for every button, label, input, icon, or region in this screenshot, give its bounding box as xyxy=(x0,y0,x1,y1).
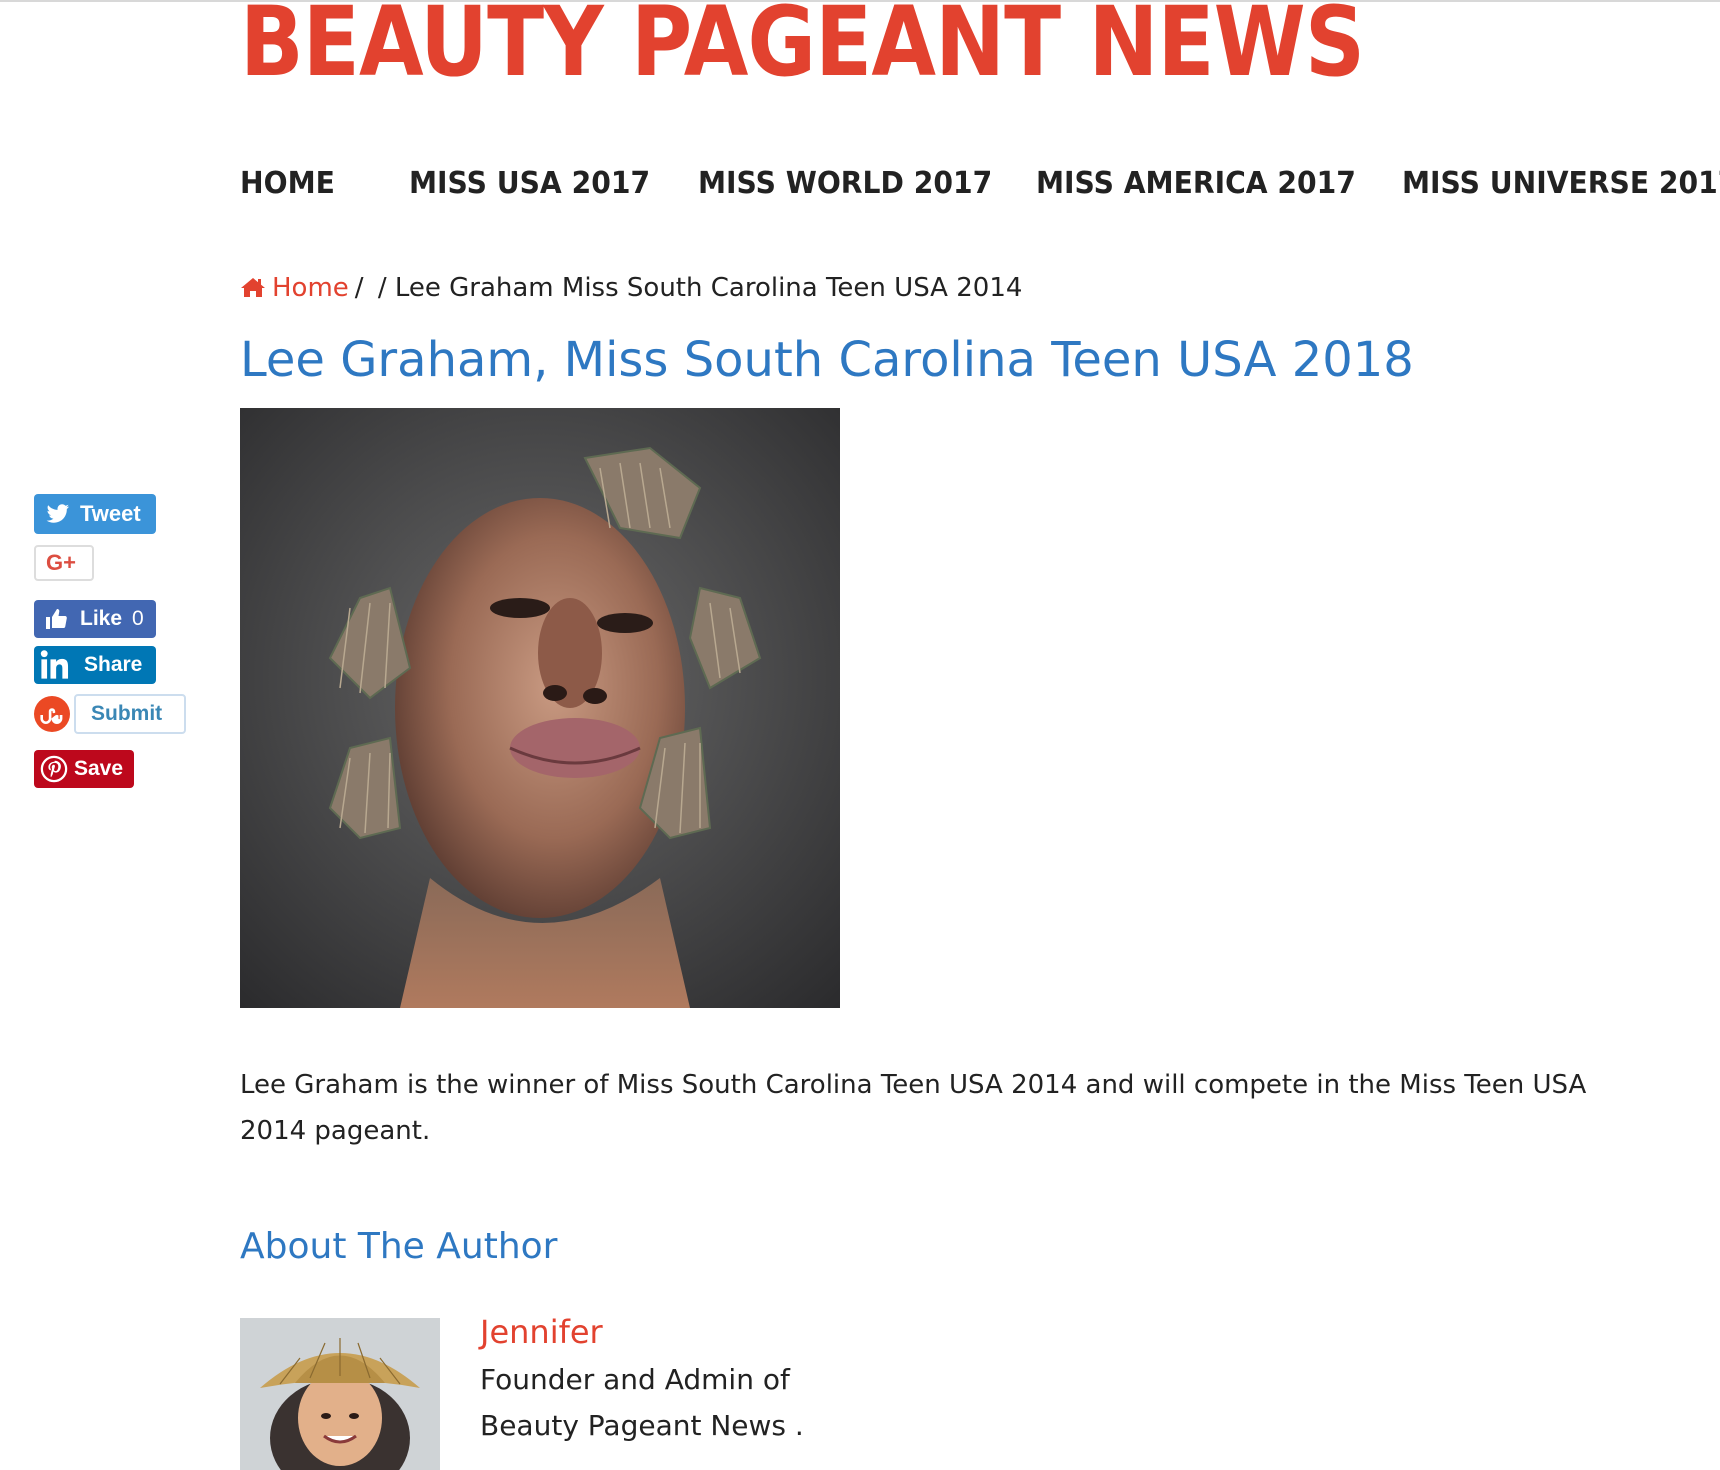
like-label: Like xyxy=(80,607,123,630)
tweet-button[interactable]: Tweet xyxy=(34,494,156,534)
nav-item-miss-usa-2017[interactable]: MISS USA 2017 xyxy=(409,164,650,204)
breadcrumb-separator: / xyxy=(354,273,364,303)
site-title[interactable]: BEAUTY PAGEANT NEWS xyxy=(240,0,1365,90)
author-bio: Founder and Admin of Beauty Pageant News… xyxy=(480,1363,804,1442)
linkedin-icon xyxy=(40,650,69,679)
thumbs-up-icon xyxy=(46,609,67,629)
breadcrumb-home-label: Home xyxy=(272,273,349,303)
pinterest-save-label: Save xyxy=(74,757,124,780)
nav-item-miss-america-2017[interactable]: MISS AMERICA 2017 xyxy=(1036,164,1356,204)
twitter-bird-icon xyxy=(46,504,69,523)
google-plus-icon: G+ xyxy=(46,550,76,575)
breadcrumb: Home / / Lee Graham Miss South Carolina T… xyxy=(240,270,1022,306)
google-plus-button[interactable]: G+ xyxy=(34,545,94,581)
pinterest-icon xyxy=(40,755,68,783)
post-body: Lee Graham is the winner of Miss South C… xyxy=(240,1070,1587,1146)
stumbleupon-submit-label: Submit xyxy=(91,702,163,725)
home-icon xyxy=(241,278,265,297)
breadcrumb-home-link[interactable]: Home xyxy=(240,273,349,303)
post-title: Lee Graham, Miss South Carolina Teen USA… xyxy=(240,332,1414,388)
author-name-link[interactable]: Jennifer xyxy=(480,1310,603,1354)
nav-item-miss-universe-2017[interactable]: MISS UNIVERSE 2017 xyxy=(1402,164,1720,204)
about-author-heading: About The Author xyxy=(240,1226,558,1267)
main-nav: HOME MISS USA 2017 MISS WORLD 2017 MISS … xyxy=(240,164,1720,204)
linkedin-share-label: Share xyxy=(84,653,143,676)
tweet-label: Tweet xyxy=(80,501,141,526)
author-avatar xyxy=(240,1318,440,1470)
pinterest-save-button[interactable]: Save xyxy=(34,750,134,788)
stumbleupon-icon xyxy=(34,696,70,732)
post-featured-image xyxy=(240,408,840,1008)
facebook-like-button[interactable]: Like 0 xyxy=(34,600,156,638)
nav-item-miss-world-2017[interactable]: MISS WORLD 2017 xyxy=(698,164,992,204)
like-count: 0 xyxy=(132,607,144,630)
linkedin-share-button[interactable]: Share xyxy=(34,646,156,684)
portrait-photo xyxy=(240,408,840,1008)
breadcrumb-current: / Lee Graham Miss South Carolina Teen US… xyxy=(377,273,1023,303)
author-photo xyxy=(240,1318,440,1470)
nav-item-home[interactable]: HOME xyxy=(240,164,335,204)
stumbleupon-submit[interactable]: Submit xyxy=(34,694,186,734)
